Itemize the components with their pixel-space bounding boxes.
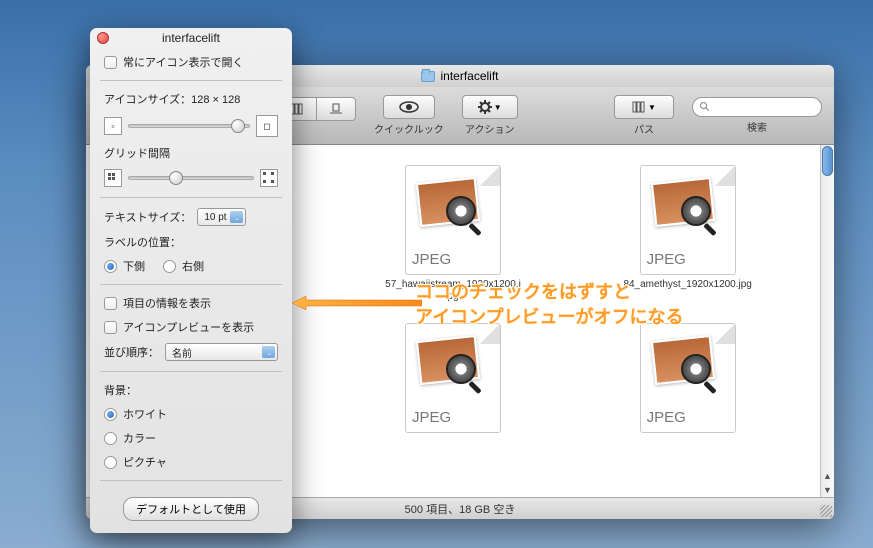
finder-title-text: interfacelift [440, 69, 498, 83]
palette-title: interfacelift [162, 31, 220, 45]
bg-color-label: カラー [123, 430, 156, 446]
view-options-palette: interfacelift 常にアイコン表示で開く アイコンサイズ：128 × … [90, 28, 292, 533]
scroll-down-arrow[interactable]: ▼ [821, 483, 834, 497]
folder-icon [421, 71, 435, 82]
label-bottom-text: 下側 [123, 258, 145, 274]
jpeg-icon: JPEG [405, 165, 501, 275]
action-group: ▼ アクション [462, 95, 518, 136]
search-label: 検索 [747, 119, 767, 134]
always-icon-label: 常にアイコン表示で開く [123, 54, 243, 70]
show-info-checkbox[interactable] [104, 297, 117, 310]
label-bottom-radio[interactable] [104, 260, 117, 273]
finder-title: interfacelift [421, 69, 498, 83]
palette-close-button[interactable] [97, 32, 109, 44]
palette-titlebar: interfacelift [90, 28, 292, 48]
bg-picture-label: ピクチャ [123, 454, 167, 470]
bg-color-radio[interactable] [104, 432, 117, 445]
annotation-arrow [292, 296, 422, 310]
action-label: アクション [465, 121, 515, 136]
icon-size-label: アイコンサイズ：128 × 128 [104, 91, 278, 107]
status-text: 500 項目、18 GB 空き [405, 501, 516, 517]
bg-picture-radio[interactable] [104, 456, 117, 469]
sort-label: 並び順序： [104, 344, 159, 360]
path-label: パス [634, 121, 654, 136]
scroll-up-arrow[interactable]: ▲ [821, 469, 834, 483]
icon-large-icon: ◻ [256, 115, 278, 137]
file-item[interactable]: JPEG [618, 323, 758, 433]
icon-size-slider[interactable] [128, 124, 250, 128]
text-size-label: テキストサイズ： [104, 209, 191, 225]
always-icon-checkbox[interactable] [104, 56, 117, 69]
sort-select[interactable]: 名前 [165, 343, 278, 361]
grid-spacing-slider[interactable] [128, 176, 254, 180]
show-preview-label: アイコンプレビューを表示 [123, 319, 254, 335]
annotation-line1: ココのチェックをはずすと [415, 280, 631, 305]
jpeg-icon: JPEG [640, 323, 736, 433]
show-preview-checkbox[interactable] [104, 321, 117, 334]
annotation-text: ココのチェックをはずすと アイコンプレビューがオフになる [415, 280, 684, 330]
resize-grip[interactable] [820, 505, 832, 517]
bg-white-label: ホワイト [123, 406, 167, 422]
label-position-label: ラベルの位置： [104, 234, 278, 250]
jpeg-icon: JPEG [405, 323, 501, 433]
grid-loose-icon [260, 169, 278, 187]
background-label: 背景： [104, 382, 278, 398]
bg-white-radio[interactable] [104, 408, 117, 421]
grid-tight-icon [104, 169, 122, 187]
jpeg-icon: JPEG [640, 165, 736, 275]
quicklook-button[interactable] [383, 95, 435, 119]
vertical-scrollbar[interactable]: ▲ ▼ [820, 145, 834, 497]
scroll-thumb[interactable] [822, 146, 833, 176]
path-group: ▼ パス [614, 95, 674, 136]
quicklook-group: クイックルック [374, 95, 444, 136]
show-info-label: 項目の情報を表示 [123, 295, 211, 311]
path-button[interactable]: ▼ [614, 95, 674, 119]
grid-spacing-label: グリッド間隔 [104, 145, 278, 161]
file-item[interactable]: JPEG [383, 323, 523, 433]
search-field[interactable] [692, 97, 822, 117]
action-button[interactable]: ▼ [462, 95, 518, 119]
label-right-text: 右側 [182, 258, 204, 274]
icon-small-icon: ▫ [104, 117, 122, 135]
label-right-radio[interactable] [163, 260, 176, 273]
search-group: 検索 [692, 97, 822, 134]
defaults-button[interactable]: デフォルトとして使用 [123, 497, 259, 521]
coverflow-view-button[interactable] [316, 97, 356, 121]
text-size-select[interactable]: 10 pt [197, 208, 245, 226]
quicklook-label: クイックルック [374, 121, 444, 136]
annotation-line2: アイコンプレビューがオフになる [415, 305, 684, 330]
